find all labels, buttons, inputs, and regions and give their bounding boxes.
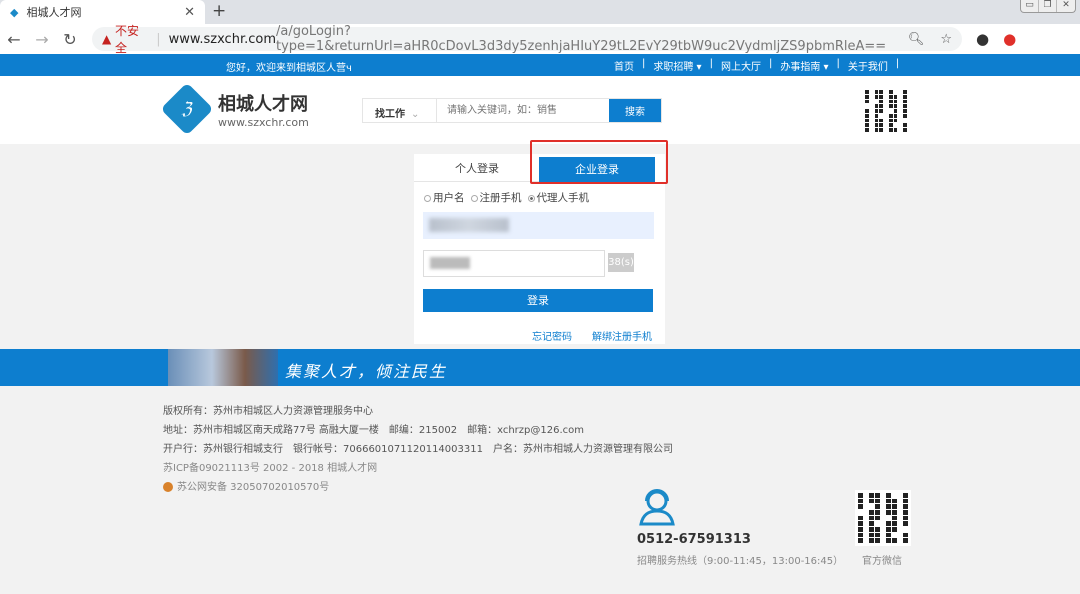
bookmark-star-icon[interactable]: ☆ — [940, 32, 952, 47]
nav-guide[interactable]: 办事指南 ▾ — [780, 58, 828, 73]
tab-personal-login[interactable]: 个人登录 — [414, 154, 540, 182]
warning-icon: ▲ — [102, 32, 116, 46]
login-button[interactable]: 登录 — [423, 289, 653, 312]
footer-copyright: 版权所有：苏州市相城区人力资源管理服务中心 — [163, 406, 373, 417]
browser-tab-bar: ◆ 相城人才网 ✕ + ▭ ❐ ✕ — [0, 0, 1080, 24]
nav-home[interactable]: 首页 — [614, 58, 634, 73]
not-secure-label: 不安全 — [115, 24, 140, 55]
logo-mark-icon: ℨ — [160, 82, 214, 136]
url-path: /a/goLogin?type=1&returnUrl=aHR0cDovL3d3… — [276, 24, 887, 54]
nav-about[interactable]: 关于我们 — [848, 58, 888, 73]
welcome-text: 您好，欢迎来到相城区人营ч — [226, 63, 352, 74]
nav-jobs[interactable]: 求职招聘 ▾ — [653, 58, 701, 73]
highlight-box — [530, 140, 668, 184]
chevron-down-icon: ⌄ — [411, 109, 420, 120]
site-header: ℨ 相城人才网www.szxchr.com 找工作⌄ 搜索 — [0, 76, 1080, 144]
site-favicon-icon: ◆ — [10, 5, 19, 19]
wechat-label: 官方微信 — [862, 556, 902, 567]
qr-code-image — [862, 87, 910, 135]
zoom-icon[interactable]: 🔍︎ — [908, 32, 925, 47]
hotline-block: 0512-67591313 招聘服务热线（9:00-11:45，13:00-16… — [637, 486, 843, 567]
wechat-qr-code — [855, 490, 911, 546]
search-input[interactable] — [437, 99, 609, 122]
tab-title: 相城人才网 — [26, 6, 82, 19]
restore-icon[interactable]: ❐ — [1039, 0, 1057, 12]
footer-address: 地址：苏州市相城区南天成路77号 高融大厦一楼 邮编：215002 邮箱：xch… — [163, 425, 584, 436]
nav-online-hall[interactable]: 网上大厅 — [721, 58, 761, 73]
forward-icon[interactable]: → — [28, 30, 56, 49]
search-bar: 找工作⌄ 搜索 — [362, 98, 662, 123]
site-logo[interactable]: ℨ 相城人才网 www.szxchr.com — [160, 82, 309, 136]
hotline-hours: 招聘服务热线（9:00-11:45，13:00-16:45） — [637, 556, 844, 567]
url-host: www.szxchr.com — [168, 31, 276, 47]
footer-police-record[interactable]: 苏公网安备 32050702010570号 — [177, 482, 329, 493]
unbind-phone-link[interactable]: 解绑注册手机 — [592, 328, 652, 343]
hotline-number: 0512-67591313 — [637, 532, 751, 547]
logo-name: 相城人才网 — [218, 93, 308, 115]
verification-code-input[interactable] — [423, 250, 605, 277]
profile-icon[interactable]: ● — [976, 30, 989, 48]
extension-icon[interactable]: ● — [1003, 30, 1016, 48]
phone-input[interactable] — [423, 212, 654, 239]
radio-username[interactable]: 用户名 — [424, 190, 465, 205]
search-category-select[interactable]: 找工作 ⌄ — [363, 99, 437, 122]
radio-agent-phone[interactable]: 代理人手机 — [527, 190, 589, 205]
address-bar-row: ← → ↻ ▲ 不安全 | www.szxchr.com /a/goLogin?… — [0, 24, 1080, 55]
footer-icp[interactable]: 苏ICP备09021113号 2002 - 2018 相城人才网 — [163, 459, 673, 478]
reload-icon[interactable]: ↻ — [56, 30, 84, 49]
close-window-icon[interactable]: ✕ — [1057, 0, 1075, 12]
police-badge-icon — [163, 482, 173, 492]
login-method-radios: 用户名 注册手机 代理人手机 — [424, 190, 589, 205]
new-tab-button[interactable]: + — [212, 1, 226, 21]
browser-tab[interactable]: ◆ 相城人才网 ✕ — [0, 0, 205, 24]
radio-registered-phone[interactable]: 注册手机 — [470, 190, 522, 205]
site-top-bar: 您好，欢迎来到相城区人营ч 首页 | 求职招聘 ▾ | 网上大厅 | 办事指南 ▾ | … — [0, 54, 1080, 76]
search-button[interactable]: 搜索 — [609, 99, 661, 122]
slogan-banner: 集聚人才，倾注民生 — [0, 349, 1080, 386]
resend-countdown-button[interactable]: 38(s) — [608, 253, 634, 272]
banner-image — [168, 349, 278, 386]
window-controls: ▭ ❐ ✕ — [1020, 0, 1076, 13]
url-input[interactable]: ▲ 不安全 | www.szxchr.com /a/goLogin?type=1… — [92, 24, 962, 55]
footer-bank: 开户行：苏州银行相城支行 银行帐号：7066601071120114003311… — [163, 444, 673, 455]
footer-info: 版权所有：苏州市相城区人力资源管理服务中心 地址：苏州市相城区南天成路77号 高… — [163, 402, 673, 497]
back-icon[interactable]: ← — [0, 30, 28, 49]
logo-url: www.szxchr.com — [218, 115, 309, 129]
banner-slogan: 集聚人才，倾注民生 — [285, 362, 448, 381]
forgot-password-link[interactable]: 忘记密码 — [532, 328, 572, 343]
minimize-icon[interactable]: ▭ — [1021, 0, 1039, 12]
close-tab-icon[interactable]: ✕ — [184, 5, 195, 20]
top-nav: 首页 | 求职招聘 ▾ | 网上大厅 | 办事指南 ▾ | 关于我们 | — [614, 58, 900, 73]
customer-service-icon — [639, 489, 675, 526]
